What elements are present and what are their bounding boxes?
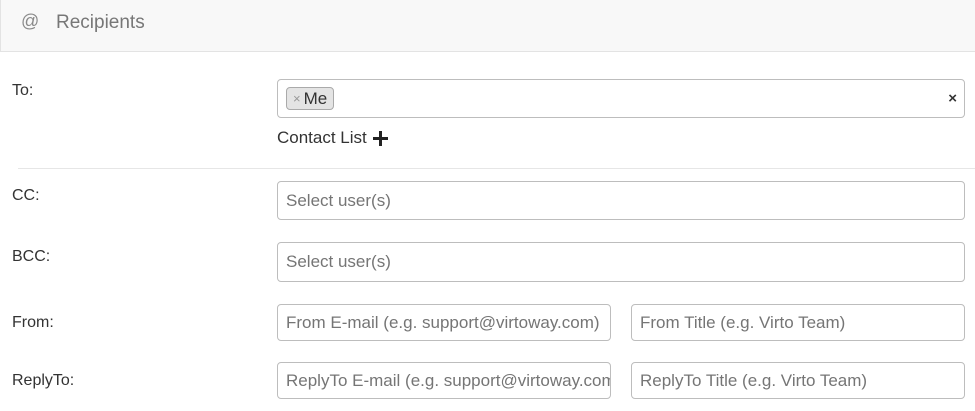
remove-chip-icon[interactable]: × [293,91,301,106]
cc-label: CC: [12,187,40,204]
recipient-chip-me[interactable]: × Me [286,87,335,110]
section-divider [18,168,975,169]
replyto-title-field[interactable]: ReplyTo Title (e.g. Virto Team) [631,362,965,399]
replyto-label: ReplyTo: [12,372,75,389]
contact-list-label: Contact List [277,128,367,147]
to-label: To: [12,82,34,99]
plus-icon[interactable] [372,130,388,146]
bcc-label: BCC: [12,248,51,265]
contact-list-button[interactable]: Contact List [277,128,388,148]
cc-placeholder: Select user(s) [286,190,391,210]
at-sign-icon: @ [21,11,40,31]
to-recipients-field[interactable]: × Me × [277,79,965,118]
replyto-email-placeholder: ReplyTo E-mail (e.g. support@virtoway.co… [286,370,611,390]
cc-field[interactable]: Select user(s) [277,181,965,220]
from-email-field[interactable]: From E-mail (e.g. support@virtoway.com) [277,304,611,341]
from-title-field[interactable]: From Title (e.g. Virto Team) [631,304,965,341]
replyto-title-placeholder: ReplyTo Title (e.g. Virto Team) [640,370,868,390]
bcc-placeholder: Select user(s) [286,252,391,271]
replyto-email-field[interactable]: ReplyTo E-mail (e.g. support@virtoway.co… [277,362,611,399]
from-title-placeholder: From Title (e.g. Virto Team) [640,312,846,332]
bcc-field[interactable]: Select user(s) [277,242,965,282]
clear-recipients-icon[interactable]: × [948,90,957,107]
section-title: Recipients [56,12,145,33]
header-left-border [0,0,1,52]
recipients-header: @ Recipients [0,0,975,52]
recipient-chip-label: Me [303,88,328,108]
from-label: From: [12,314,54,331]
from-email-placeholder: From E-mail (e.g. support@virtoway.com) [286,312,600,332]
